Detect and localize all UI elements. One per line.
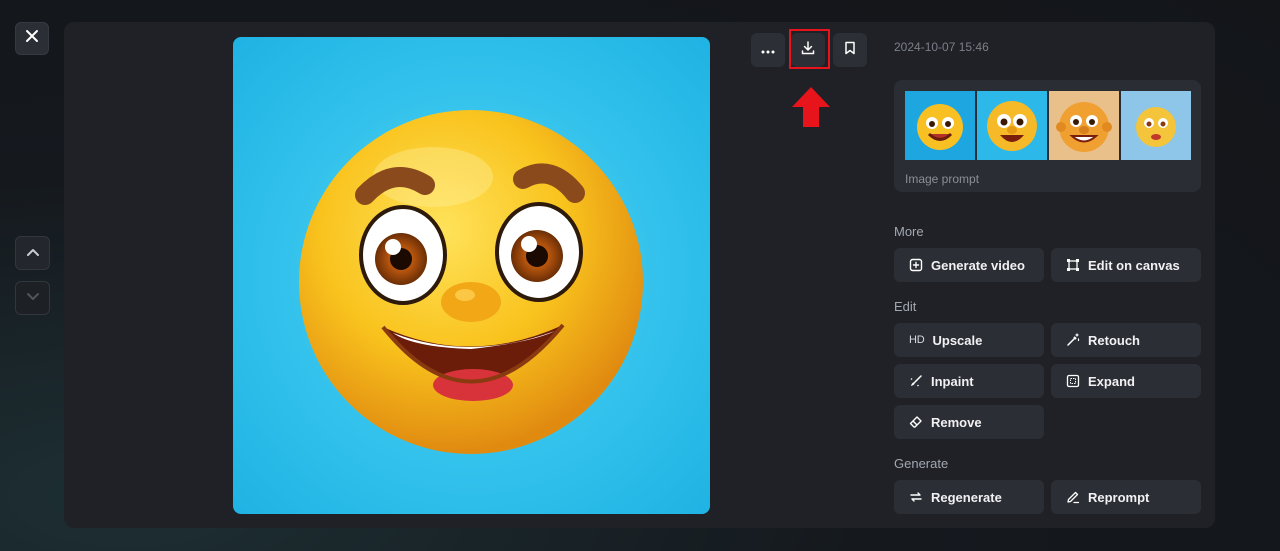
remove-button[interactable]: Remove	[894, 405, 1044, 439]
inpaint-button[interactable]: Inpaint	[894, 364, 1044, 398]
regenerate-label: Regenerate	[931, 489, 1002, 505]
download-highlight-box	[789, 29, 830, 69]
reprompt-button[interactable]: Reprompt	[1051, 480, 1201, 514]
video-plus-icon	[909, 258, 923, 272]
canvas-icon	[1066, 258, 1080, 272]
close-icon	[25, 29, 39, 48]
reference-thumbnail[interactable]	[1121, 91, 1191, 160]
expand-label: Expand	[1088, 373, 1135, 389]
expand-icon	[1066, 374, 1080, 388]
eraser-icon	[909, 415, 923, 429]
remove-label: Remove	[931, 414, 982, 430]
regenerate-button[interactable]: Regenerate	[894, 480, 1044, 514]
expand-button[interactable]: Expand	[1051, 364, 1201, 398]
chevron-up-icon	[26, 244, 40, 262]
section-more-label: More	[894, 224, 924, 239]
bookmark-icon	[844, 41, 856, 60]
reprompt-label: Reprompt	[1088, 489, 1150, 505]
generate-video-button[interactable]: Generate video	[894, 248, 1044, 282]
upscale-button[interactable]: HD Upscale	[894, 323, 1044, 357]
generated-image[interactable]	[233, 37, 710, 514]
chevron-down-icon	[26, 289, 40, 307]
reference-thumbnails	[905, 91, 1191, 160]
reference-thumbnail[interactable]	[905, 91, 975, 160]
bookmark-button[interactable]	[833, 33, 867, 67]
pencil-icon	[1066, 490, 1080, 504]
reference-thumbnail[interactable]	[1049, 91, 1119, 160]
next-image-button[interactable]	[15, 281, 50, 315]
retouch-label: Retouch	[1088, 332, 1140, 348]
image-prompt-card[interactable]: Image prompt	[894, 80, 1201, 192]
regenerate-icon	[909, 490, 923, 504]
more-options-button[interactable]	[751, 33, 785, 67]
edit-on-canvas-button[interactable]: Edit on canvas	[1051, 248, 1201, 282]
upscale-label: Upscale	[932, 332, 983, 348]
section-edit-label: Edit	[894, 299, 917, 314]
creation-timestamp: 2024-10-07 15:46	[894, 40, 989, 54]
section-generate-label: Generate	[894, 456, 949, 471]
magic-wand-icon	[1066, 333, 1080, 347]
brush-icon	[909, 374, 923, 388]
image-prompt-label: Image prompt	[905, 172, 980, 186]
reference-thumbnail[interactable]	[977, 91, 1047, 160]
hd-icon: HD	[909, 334, 925, 346]
retouch-button[interactable]: Retouch	[1051, 323, 1201, 357]
more-icon	[761, 41, 775, 59]
edit-on-canvas-label: Edit on canvas	[1088, 257, 1180, 273]
inpaint-label: Inpaint	[931, 373, 974, 389]
close-button[interactable]	[15, 22, 49, 55]
previous-image-button[interactable]	[15, 236, 50, 270]
generate-video-label: Generate video	[931, 257, 1025, 273]
red-arrow-indicator	[792, 87, 830, 132]
